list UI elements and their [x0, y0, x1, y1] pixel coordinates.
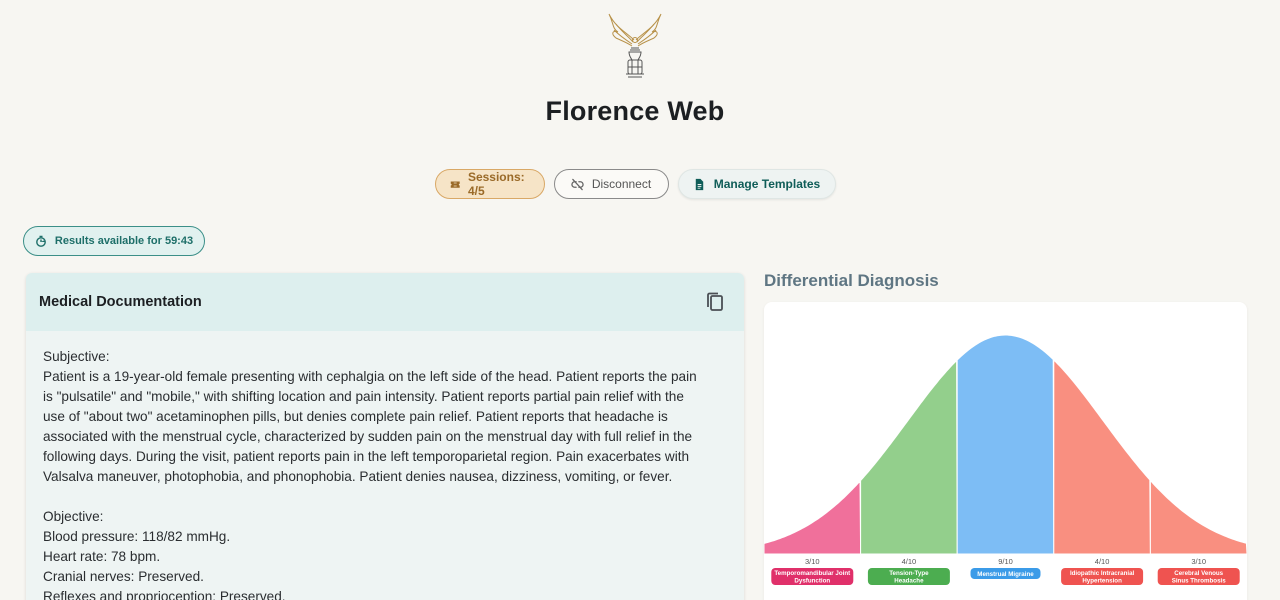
curve-segment[interactable] [1053, 358, 1151, 555]
disconnect-button[interactable]: Disconnect [553, 169, 669, 199]
diagnosis-label: Dysfunction [794, 578, 830, 585]
objective-heading: Objective: [43, 509, 104, 524]
curve-segment[interactable] [764, 480, 862, 555]
subjective-line: use of "about two" acetaminophen pills, … [43, 409, 668, 424]
diagnosis-label: Idiopathic Intracranial [1070, 570, 1135, 577]
diagnosis-label: Hypertension [1082, 578, 1122, 585]
documentation-body: Subjective: Patient is a 19-year-old fem… [26, 331, 744, 600]
score-label: 4/10 [1095, 557, 1110, 566]
diagnosis-curve-chart: 3/10 Temporomandibular JointDysfunction 4/… [764, 334, 1247, 585]
disconnect-label: Disconnect [591, 177, 652, 191]
timer-icon [36, 235, 46, 247]
medical-documentation-card: Medical Documentation Subjective: Patien… [26, 273, 744, 600]
diagnosis-label: Menstrual Migraine [977, 571, 1034, 578]
sessions-badge[interactable]: Sessions: 4/5 [434, 169, 545, 199]
link-off-icon [571, 178, 584, 190]
differential-diagnosis-title: Differential Diagnosis [764, 271, 939, 290]
sessions-label: Sessions: 4/5 [467, 170, 525, 198]
results-timer-label: Results available for 59:43 [54, 235, 194, 247]
curve-segment[interactable] [1149, 479, 1247, 555]
differential-diagnosis-chart: 3/10 Temporomandibular Joint Dysfunction 4/… [764, 302, 1247, 600]
subjective-heading: Subjective: [43, 349, 110, 364]
document-icon [695, 178, 703, 190]
objective-line: Cranial nerves: Preserved. [43, 569, 204, 584]
results-timer-badge: Results available for 59:43 [23, 226, 205, 256]
ticket-icon [450, 181, 460, 188]
copy-button[interactable] [704, 291, 726, 313]
score-label: 3/10 [1191, 557, 1206, 566]
toolbar: Sessions: 4/5 Disconnect Manage Template… [0, 169, 1270, 199]
score-label: 3/10 [805, 557, 820, 566]
app-title: Florence Web [545, 96, 725, 126]
diagnosis-label: Headache [894, 578, 924, 585]
subjective-line: Patient is a 19-year-old female presenti… [43, 369, 697, 384]
documentation-header: Medical Documentation [26, 273, 744, 331]
subjective-line: associated with the menstrual cycle, cha… [43, 429, 693, 444]
manage-templates-button[interactable]: Manage Templates [677, 169, 836, 199]
diagnosis-label: Sinus Thrombosis [1172, 578, 1227, 585]
objective-line: Heart rate: 78 bpm. [43, 549, 161, 564]
diagnosis-label: Tension-Type [889, 570, 929, 577]
diagnosis-label: Temporomandibular Joint [774, 570, 850, 577]
score-label: 4/10 [902, 557, 917, 566]
florence-logo [608, 13, 662, 78]
subjective-line: Valsalva maneuver, photophobia, and phon… [43, 469, 673, 484]
diagnosis-label: Cerebral Venous [1174, 570, 1223, 577]
curve-segment[interactable] [860, 359, 958, 555]
copy-icon [707, 292, 723, 311]
score-label: 9/10 [998, 557, 1013, 566]
documentation-title: Medical Documentation [39, 294, 202, 310]
subjective-line: following days. During the visit, patien… [43, 449, 690, 464]
objective-line: Reflexes and proprioception: Preserved. [43, 589, 286, 600]
curve-segment[interactable] [956, 334, 1055, 555]
manage-templates-label: Manage Templates [713, 177, 821, 191]
objective-line: Blood pressure: 118/82 mmHg. [43, 529, 231, 544]
subjective-line: is "pulsatile" and "mobile," with shifti… [43, 389, 684, 404]
